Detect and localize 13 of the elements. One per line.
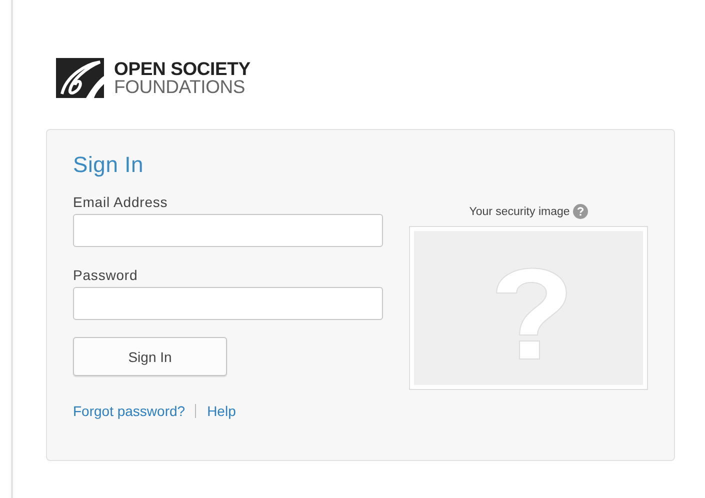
logo-name: OPEN SOCIETY [114,60,250,78]
logo-icon [56,58,104,98]
field-label: Email Address [73,194,169,210]
help-icon[interactable] [572,204,588,219]
field-label: Password [73,267,139,283]
forgot-password-link[interactable]: Forgot password? [73,403,186,419]
security-image-label: Your security image [469,206,570,218]
email-field[interactable] [73,214,383,247]
sign-in-title: Sign In [73,152,145,178]
help-link[interactable]: Help [207,403,236,419]
logo-subtitle: FOUNDATIONS [114,78,246,96]
password-field[interactable] [73,287,383,320]
sign-in-button[interactable]: Sign In [73,337,227,376]
